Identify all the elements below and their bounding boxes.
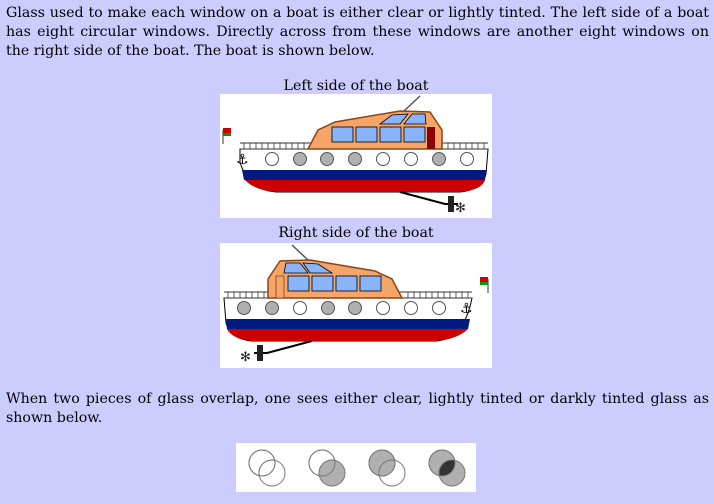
flag [223, 128, 231, 133]
porthole-clear [432, 301, 446, 315]
hull-navy-stripe [226, 319, 470, 329]
anchor-icon: ⚓ [460, 301, 473, 317]
hull-red-stripe [245, 180, 485, 192]
rudder [257, 345, 263, 361]
porthole-clear [404, 152, 418, 166]
flag [480, 277, 488, 282]
porthole-clear [376, 301, 390, 315]
cabin-door [427, 127, 435, 149]
porthole-tinted [348, 301, 362, 315]
porthole-clear [293, 301, 307, 315]
right-side-caption: Right side of the boat [278, 225, 434, 241]
propeller-icon: ✻ [240, 350, 251, 365]
porthole-clear [265, 152, 279, 166]
right-side-boat-figure: ⚓ ✻ [220, 243, 492, 368]
anchor-icon: ⚓ [236, 152, 249, 168]
porthole-tinted [293, 152, 307, 166]
porthole-tinted [432, 152, 446, 166]
hull-red-stripe [227, 329, 468, 341]
porthole-clear [376, 152, 390, 166]
porthole-tinted [265, 301, 279, 315]
porthole-tinted [237, 301, 251, 315]
antenna [403, 95, 421, 112]
left-side-caption: Left side of the boat [283, 78, 429, 94]
glass-outline [248, 449, 276, 477]
porthole-tinted [348, 152, 362, 166]
hull-navy-stripe [242, 170, 486, 180]
left-side-boat-figure: ⚓ ✻ [220, 94, 492, 218]
porthole-tinted [320, 152, 334, 166]
cabin-door [275, 275, 285, 299]
porthole-clear [404, 301, 418, 315]
propeller-icon: ✻ [455, 201, 466, 216]
glass-overlap-examples [236, 443, 476, 492]
antenna [291, 244, 309, 261]
rudder [448, 196, 454, 212]
intro-paragraph: Glass used to make each window on a boat… [6, 5, 709, 59]
porthole-clear [460, 152, 474, 166]
overlap-paragraph: When two pieces of glass overlap, one se… [6, 391, 709, 426]
porthole-tinted [321, 301, 335, 315]
